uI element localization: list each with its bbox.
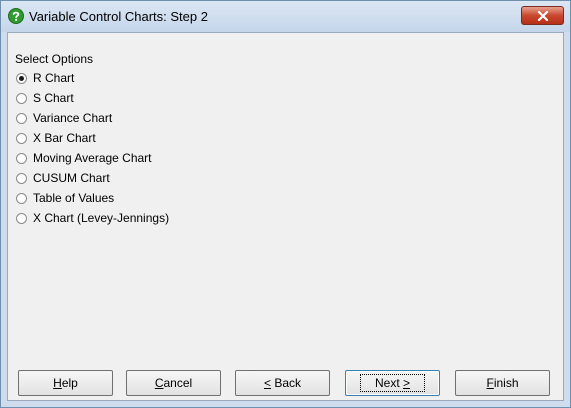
- option-table-of-values[interactable]: Table of Values: [16, 190, 114, 206]
- dialog-client-area: Select Options R Chart S Chart Variance …: [7, 32, 564, 401]
- dialog-window: Variable Control Charts: Step 2 Select O…: [0, 0, 571, 408]
- option-x-bar-chart[interactable]: X Bar Chart: [16, 130, 96, 146]
- close-button[interactable]: [521, 6, 564, 25]
- next-button-label: Next >: [359, 374, 426, 392]
- finish-button-label: Finish: [486, 376, 519, 390]
- cancel-button[interactable]: Cancel: [126, 370, 221, 396]
- finish-button[interactable]: Finish: [455, 370, 550, 396]
- option-moving-average-chart[interactable]: Moving Average Chart: [16, 150, 152, 166]
- option-cusum-chart[interactable]: CUSUM Chart: [16, 170, 110, 186]
- option-label: S Chart: [33, 91, 74, 105]
- option-label: X Chart (Levey-Jennings): [33, 211, 170, 225]
- option-label: Variance Chart: [33, 111, 113, 125]
- radio-button[interactable]: [16, 92, 27, 104]
- radio-button[interactable]: [16, 112, 27, 124]
- option-x-chart-levey-jennings[interactable]: X Chart (Levey-Jennings): [16, 210, 169, 226]
- help-button[interactable]: Help: [18, 370, 113, 396]
- close-icon: [537, 11, 549, 21]
- option-label: Table of Values: [33, 191, 115, 205]
- radio-button[interactable]: [16, 192, 27, 204]
- option-label: CUSUM Chart: [33, 171, 110, 185]
- option-label: R Chart: [33, 71, 75, 85]
- help-button-label: Help: [53, 376, 78, 390]
- radio-button[interactable]: [16, 132, 27, 144]
- option-label: Moving Average Chart: [33, 151, 152, 165]
- title-bar[interactable]: Variable Control Charts: Step 2: [1, 1, 570, 32]
- back-button-label: < Back: [263, 376, 302, 390]
- radio-button[interactable]: [16, 152, 27, 164]
- radio-button[interactable]: [16, 212, 27, 224]
- option-label: X Bar Chart: [33, 131, 96, 145]
- back-button[interactable]: < Back: [235, 370, 330, 396]
- radio-button[interactable]: [16, 172, 27, 184]
- help-question-icon: [8, 8, 24, 24]
- next-button[interactable]: Next >: [345, 370, 440, 396]
- window-title: Variable Control Charts: Step 2: [29, 9, 208, 24]
- option-variance-chart[interactable]: Variance Chart: [16, 110, 112, 126]
- radio-button[interactable]: [16, 72, 27, 84]
- cancel-button-label: Cancel: [154, 376, 193, 390]
- option-s-chart[interactable]: S Chart: [16, 90, 74, 106]
- option-r-chart[interactable]: R Chart: [16, 70, 74, 86]
- select-options-label: Select Options: [15, 52, 94, 66]
